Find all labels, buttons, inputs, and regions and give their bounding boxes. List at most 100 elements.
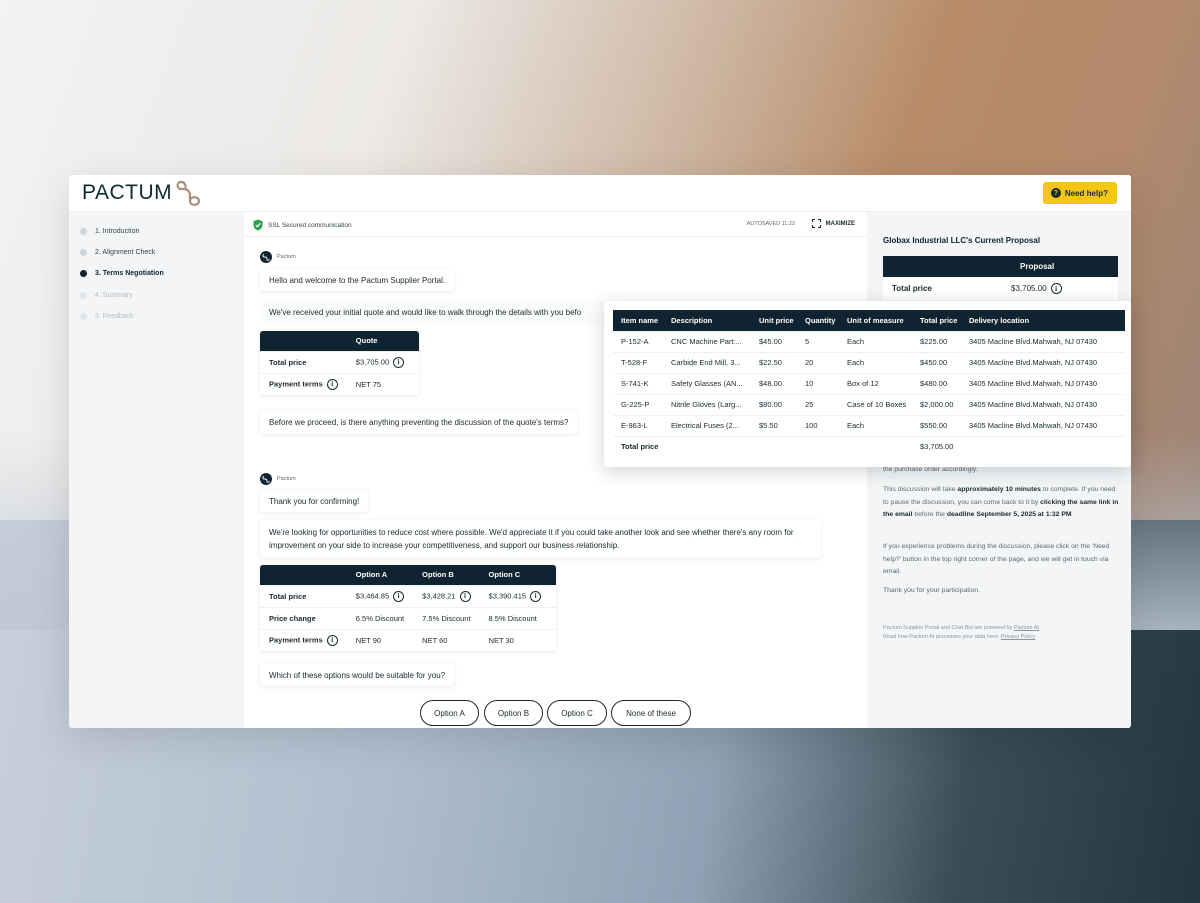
chat-message: Thank you for confirming! bbox=[260, 490, 369, 512]
option-b-total: $3,428.21 bbox=[422, 590, 456, 600]
cell: $48.00 bbox=[751, 372, 797, 394]
ssl-label: SSL Secured communication bbox=[268, 221, 352, 229]
privacy-policy-link[interactable]: Privacy Policy bbox=[1001, 634, 1035, 640]
cell: $45.00 bbox=[751, 330, 797, 352]
info-icon[interactable]: i bbox=[459, 590, 471, 602]
cell: Each bbox=[839, 330, 912, 352]
text-run: This discussion will take bbox=[883, 486, 958, 493]
proposal-card: Proposal Total price $3,705.00 i bbox=[883, 256, 1118, 300]
text-run: Read how Pactum AI processes your data h… bbox=[883, 634, 1002, 640]
cell bbox=[961, 435, 1125, 457]
info-icon[interactable]: i bbox=[326, 634, 338, 646]
option-cell: $3,390.415 i bbox=[479, 584, 556, 607]
total-row: Total price $3,705.00 bbox=[613, 435, 1125, 457]
help-paragraph: If you experience problems during the di… bbox=[883, 543, 1110, 575]
option-c-total: $3,390.415 bbox=[488, 590, 527, 600]
row-label: Payment terms bbox=[269, 635, 323, 645]
message-sender: Pactum bbox=[260, 473, 296, 485]
privacy-note: Read how Pactum AI processes your data h… bbox=[883, 633, 1119, 642]
proposal-panel: Globax Industrial LLC's Current Proposal… bbox=[867, 212, 1131, 728]
step-summary: 4. Summary bbox=[80, 292, 133, 299]
proposal-header: Proposal bbox=[883, 256, 1118, 277]
quote-terms-cell: Payment terms i bbox=[260, 372, 347, 395]
options-header-spacer bbox=[260, 565, 347, 585]
cell: $225.00 bbox=[912, 330, 961, 352]
cell: P-152-A bbox=[613, 330, 663, 352]
maximize-button[interactable]: MAXIMIZE bbox=[811, 219, 855, 228]
option-b-header: Option B bbox=[413, 565, 480, 585]
info-icon[interactable]: i bbox=[393, 356, 405, 368]
text-run: Pactum Supplier Portal and Chat Bot are … bbox=[883, 625, 1014, 631]
cell: $80.00 bbox=[751, 393, 797, 415]
info-icon[interactable]: i bbox=[530, 590, 542, 602]
option-a-total: $3,464.85 bbox=[355, 590, 390, 600]
option-c-terms: NET 30 bbox=[479, 628, 556, 651]
cell: $22.50 bbox=[751, 351, 797, 373]
row-label: Price change bbox=[260, 606, 347, 629]
option-cell: $3,464.85 i bbox=[346, 584, 414, 607]
pactum-avatar-icon bbox=[260, 251, 272, 263]
help-icon: ? bbox=[1050, 188, 1061, 198]
message-sender: Pactum bbox=[260, 251, 296, 263]
table-row: T-528-F Carbide End Mill, 3... $22.50 20 Eac… bbox=[613, 351, 1125, 373]
cell: $550.00 bbox=[912, 414, 961, 436]
autosaved-status: AUTOSAVED 11:22 bbox=[746, 221, 795, 227]
step-label: 3. Terms Negotiation bbox=[95, 270, 164, 277]
col-header: Item name bbox=[613, 310, 663, 331]
cell: Each bbox=[839, 351, 912, 373]
info-icon[interactable]: i bbox=[1050, 283, 1062, 294]
cell: S-741-K bbox=[613, 372, 663, 394]
option-a-button[interactable]: Option A bbox=[420, 700, 479, 726]
option-c-button[interactable]: Option C bbox=[547, 700, 607, 726]
col-header: Unit price bbox=[751, 310, 797, 331]
step-feedback: 5. Feedback bbox=[80, 313, 134, 320]
cell bbox=[663, 435, 751, 457]
option-c-header: Option C bbox=[479, 565, 556, 585]
pactum-ai-link[interactable]: Pactum AI bbox=[1014, 625, 1039, 631]
pactum-logo: PACTUM bbox=[82, 178, 203, 208]
cell: CNC Machine Part:... bbox=[663, 330, 751, 352]
row-label-cell: Payment terms i bbox=[260, 628, 347, 651]
chat-panel: SSL Secured communication AUTOSAVED 11:2… bbox=[244, 212, 867, 728]
cell: Safety Glasses (AN... bbox=[663, 372, 751, 394]
table-row: E-963-L Electrical Fuses (2... $5.50 100 Eac… bbox=[613, 414, 1125, 436]
cell: $5.50 bbox=[751, 414, 797, 436]
total-value: $3,705.00 bbox=[912, 435, 961, 457]
step-dot bbox=[80, 249, 87, 256]
option-b-button[interactable]: Option B bbox=[484, 700, 543, 726]
cell: 3405 Macline Blvd.Mahwah, NJ 07430 bbox=[961, 393, 1125, 415]
cell bbox=[839, 435, 912, 457]
need-help-button[interactable]: ? Need help? bbox=[1042, 182, 1117, 204]
step-dot bbox=[80, 228, 87, 235]
quote-terms-value: NET 75 bbox=[346, 372, 419, 395]
cell: 3405 Macline Blvd.Mahwah, NJ 07430 bbox=[961, 372, 1125, 394]
info-icon[interactable]: i bbox=[393, 590, 405, 602]
cell: T-528-F bbox=[613, 351, 663, 373]
line-items-table: Item name Description Unit price Quantit… bbox=[613, 310, 1125, 457]
text-bold: approximately 10 minutes bbox=[957, 486, 1041, 493]
text-run: before the bbox=[912, 511, 947, 518]
col-header: Description bbox=[663, 310, 751, 331]
info-icon[interactable]: i bbox=[326, 378, 338, 390]
duration-paragraph: This discussion will take approximately … bbox=[883, 484, 1119, 522]
row-label: Total price bbox=[260, 584, 347, 607]
col-header: Quantity bbox=[797, 310, 839, 331]
none-of-these-button[interactable]: None of these bbox=[611, 700, 691, 726]
option-b-change: 7.5% Discount bbox=[413, 606, 480, 629]
cell: Case of 10 Boxes bbox=[839, 393, 912, 415]
proposal-total-row: Total price $3,705.00 i bbox=[883, 277, 1118, 300]
quote-header-spacer bbox=[260, 331, 347, 351]
step-alignment-check[interactable]: 2. Alignment Check bbox=[80, 249, 155, 256]
step-label: 5. Feedback bbox=[95, 313, 134, 320]
total-label: Total price bbox=[613, 435, 663, 457]
step-dot bbox=[80, 292, 87, 299]
proposal-total-value: $3,705.00 bbox=[1011, 284, 1047, 293]
cell bbox=[751, 435, 797, 457]
text-bold: deadline September 5, 2025 at 1:32 PM bbox=[946, 511, 1072, 518]
line-items-popup: Item name Description Unit price Quantit… bbox=[604, 301, 1131, 467]
cell: Electrical Fuses (2... bbox=[663, 414, 751, 436]
step-terms-negotiation[interactable]: 3. Terms Negotiation bbox=[80, 270, 164, 277]
cell: E-963-L bbox=[613, 414, 663, 436]
step-introduction[interactable]: 1. Introduction bbox=[80, 228, 139, 235]
logo-text: PACTUM bbox=[82, 181, 173, 204]
